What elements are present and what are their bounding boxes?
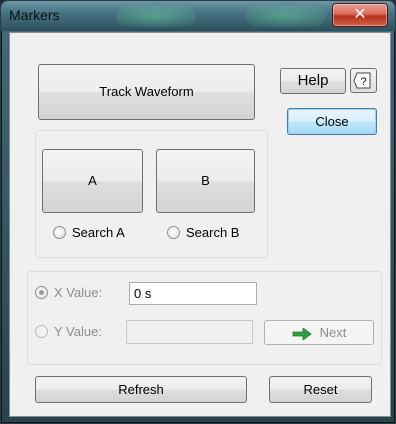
search-b-radio[interactable]: Search B	[167, 225, 239, 240]
value-group: X Value: 0 s Y Value: Next	[27, 271, 382, 365]
y-value-radio[interactable]: Y Value:	[35, 324, 102, 339]
x-value-text: 0 s	[134, 286, 152, 301]
marker-a-button[interactable]: A	[42, 149, 143, 213]
background-glow	[116, 5, 196, 27]
x-value-label: X Value:	[54, 285, 103, 300]
track-waveform-label: Track Waveform	[99, 84, 194, 99]
next-button[interactable]: Next	[264, 320, 374, 345]
search-a-radio-circle[interactable]	[53, 226, 66, 239]
x-value-field[interactable]: 0 s	[129, 282, 257, 305]
refresh-button[interactable]: Refresh	[35, 376, 247, 403]
close-button[interactable]: Close	[287, 108, 377, 135]
marker-b-button[interactable]: B	[156, 149, 255, 213]
title-bar[interactable]: Markers ✕	[1, 1, 395, 31]
y-value-label: Y Value:	[54, 324, 102, 339]
close-label: Close	[315, 114, 349, 129]
marker-search-group: A B Search A Search B	[35, 130, 268, 258]
svg-text:?: ?	[360, 76, 366, 88]
dialog-client-area: Track Waveform Help ? Close A B Search A…	[9, 32, 391, 417]
markers-dialog: Markers ✕ Track Waveform Help ? Close A	[0, 0, 396, 424]
reset-button[interactable]: Reset	[269, 376, 372, 403]
search-a-label: Search A	[72, 225, 125, 240]
next-label: Next	[319, 325, 347, 340]
green-arrow-icon	[292, 327, 312, 340]
close-icon: ✕	[353, 4, 367, 23]
search-b-radio-circle[interactable]	[167, 226, 180, 239]
x-value-radio[interactable]: X Value:	[35, 285, 102, 300]
help-label: Help	[297, 72, 329, 89]
context-help-icon[interactable]: ?	[350, 68, 377, 93]
x-value-radio-circle[interactable]	[35, 286, 48, 299]
search-b-label: Search B	[186, 225, 240, 240]
refresh-label: Refresh	[118, 382, 164, 397]
help-button[interactable]: Help	[280, 68, 346, 94]
y-value-field[interactable]	[126, 320, 253, 344]
marker-a-label: A	[88, 173, 97, 188]
background-glow	[246, 5, 326, 27]
search-a-radio[interactable]: Search A	[53, 225, 125, 240]
y-value-radio-circle[interactable]	[35, 325, 48, 338]
marker-b-label: B	[201, 173, 210, 188]
reset-label: Reset	[303, 382, 338, 397]
track-waveform-button[interactable]: Track Waveform	[38, 64, 255, 120]
window-close-button[interactable]: ✕	[332, 3, 388, 27]
window-title: Markers	[9, 7, 60, 23]
